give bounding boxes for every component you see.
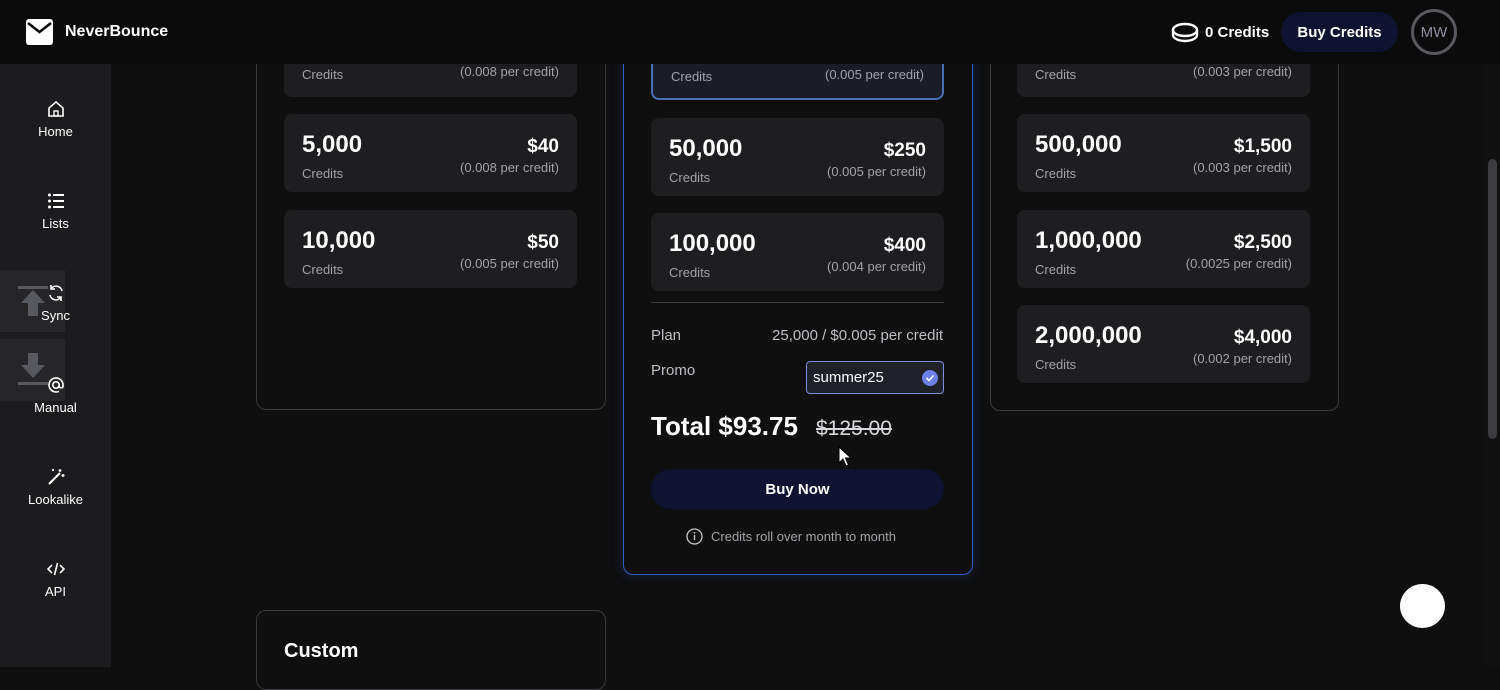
tier-price: $250 <box>883 140 926 161</box>
tier-amount: 100,000 <box>669 230 756 257</box>
sidebar-item-lookalike[interactable]: Lookalike <box>0 452 111 522</box>
sidebar-item-label: Home <box>38 123 73 139</box>
tier-label: Credits <box>1035 67 1077 82</box>
tier-label: Credits <box>302 67 344 82</box>
promo-label: Promo <box>651 362 696 379</box>
tier-label: Credits <box>671 69 713 84</box>
brand-name: NeverBounce <box>65 23 169 40</box>
scrollbar-thumb[interactable] <box>1488 159 1497 439</box>
tier-amount: 50,000 <box>669 135 743 162</box>
tier-per-credit: (0.005 per credit) <box>827 164 926 179</box>
tier-label: Credits <box>302 166 344 181</box>
sidebar: Home Lists Sync Manual Lookalike API <box>0 64 111 667</box>
sidebar-item-manual[interactable]: Manual <box>0 360 111 430</box>
tier-option[interactable]: 100,000 Credits $400 (0.004 per credit) <box>651 213 944 291</box>
tier-label: Credits <box>1035 262 1077 277</box>
avatar[interactable]: MW <box>1411 9 1457 55</box>
list-icon <box>47 193 64 208</box>
tier-option[interactable]: 2,000,000 Credits $4,000 (0.002 per cred… <box>1017 305 1310 383</box>
tier-label: Credits <box>669 170 711 185</box>
mouse-cursor-icon <box>838 446 852 467</box>
sync-icon <box>48 284 63 301</box>
tier-per-credit: (0.008 per credit) <box>460 64 559 79</box>
buy-credits-button[interactable]: Buy Credits <box>1281 12 1398 52</box>
at-icon <box>47 376 64 393</box>
tier-price: $2,500 <box>1233 232 1292 253</box>
tier-label: Credits <box>1035 166 1077 181</box>
promo-code-value: summer25 <box>813 369 884 386</box>
tier-price: $4,000 <box>1233 327 1292 348</box>
tier-option[interactable]: 10,000 Credits $50 (0.005 per credit) <box>284 210 577 288</box>
tier-per-credit: (0.003 per credit) <box>1193 64 1292 79</box>
tier-amount: 1,000,000 <box>1035 227 1142 254</box>
check-circle-icon <box>922 370 938 386</box>
rollover-text: Credits roll over month to month <box>711 529 896 544</box>
sidebar-item-home[interactable]: Home <box>0 84 111 154</box>
rollover-note: Credits roll over month to month <box>686 528 896 545</box>
sidebar-item-label: Lookalike <box>28 491 83 507</box>
sidebar-item-label: Manual <box>34 399 77 415</box>
tier-amount: 10,000 <box>302 227 376 254</box>
wand-icon <box>47 468 64 485</box>
custom-panel-title: Custom <box>284 640 359 662</box>
tier-per-credit: (0.005 per credit) <box>825 67 924 82</box>
coins-icon <box>1171 22 1199 43</box>
tier-label: Credits <box>1035 357 1077 372</box>
tier-amount: 2,000,000 <box>1035 322 1142 349</box>
sidebar-item-api[interactable]: API <box>0 544 111 614</box>
tier-per-credit: (0.005 per credit) <box>460 256 559 271</box>
sidebar-item-label: Sync <box>41 307 70 323</box>
total-price: Total $93.75 <box>651 411 798 441</box>
plan-label: Plan <box>651 327 682 344</box>
tier-amount: 500,000 <box>1035 131 1122 158</box>
tier-price: $50 <box>527 232 559 253</box>
brand[interactable]: NeverBounce <box>26 19 168 45</box>
divider <box>651 302 944 303</box>
tier-label: Credits <box>302 262 344 277</box>
envelope-logo-icon <box>26 19 53 45</box>
tier-per-credit: (0.004 per credit) <box>827 259 926 274</box>
promo-code-input[interactable]: summer25 <box>806 361 944 394</box>
plan-value: 25,000 / $0.005 per credit <box>772 327 943 344</box>
tier-price: $1,500 <box>1233 136 1292 157</box>
tier-option[interactable]: 500,000 Credits $1,500 (0.003 per credit… <box>1017 114 1310 192</box>
credits-text: 0 Credits <box>1205 23 1270 41</box>
tier-option[interactable]: 50,000 Credits $250 (0.005 per credit) <box>651 118 944 196</box>
buy-now-button[interactable]: Buy Now <box>651 469 944 509</box>
sidebar-item-lists[interactable]: Lists <box>0 176 111 246</box>
sidebar-item-label: API <box>45 583 66 599</box>
tier-per-credit: (0.0025 per credit) <box>1185 256 1292 271</box>
tier-price: $40 <box>527 136 559 157</box>
tier-amount: 5,000 <box>302 131 363 158</box>
tier-price: $400 <box>883 235 926 256</box>
tier-label: Credits <box>669 265 711 280</box>
original-price: $125.00 <box>816 417 892 440</box>
tier-option[interactable]: 1,000,000 Credits $2,500 (0.0025 per cre… <box>1017 210 1310 288</box>
top-bar: NeverBounce 0 Credits Buy Credits MW <box>0 0 1500 64</box>
sidebar-item-sync[interactable]: Sync <box>0 268 111 338</box>
code-icon <box>46 562 65 575</box>
info-icon <box>686 528 703 545</box>
tier-option[interactable]: 5,000 Credits $40 (0.008 per credit) <box>284 114 577 192</box>
home-icon <box>47 100 64 117</box>
tier-per-credit: (0.002 per credit) <box>1193 351 1292 366</box>
tier-per-credit: (0.008 per credit) <box>460 160 559 175</box>
sidebar-item-label: Lists <box>42 215 69 231</box>
credits-balance: 0 Credits <box>1171 21 1269 43</box>
scrollbar[interactable] <box>1484 64 1500 667</box>
tier-per-credit: (0.003 per credit) <box>1193 160 1292 175</box>
chat-widget-button[interactable] <box>1400 584 1445 628</box>
